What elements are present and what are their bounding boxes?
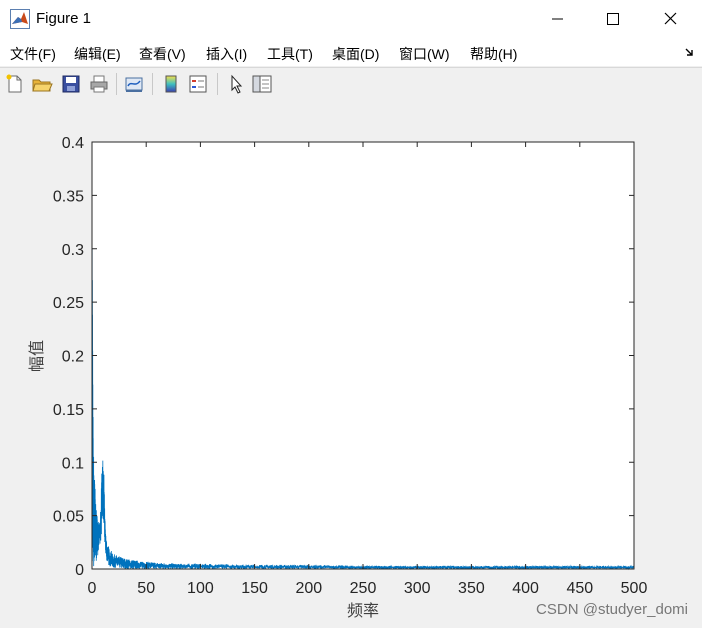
x-tick-label: 300	[404, 580, 431, 597]
menu-help[interactable]: 帮助(H)	[470, 44, 517, 64]
x-tick-label: 150	[241, 580, 268, 597]
close-button[interactable]	[648, 0, 694, 38]
minimize-button[interactable]	[542, 0, 588, 38]
save-icon[interactable]	[60, 73, 82, 95]
title-bar: Figure 1	[0, 0, 702, 38]
menu-window[interactable]: 窗口(W)	[399, 44, 450, 64]
minimize-icon	[552, 18, 563, 20]
x-axis-label: 频率	[347, 601, 379, 620]
matlab-app-icon	[10, 9, 30, 29]
menu-desktop[interactable]: 桌面(D)	[332, 44, 379, 64]
menu-tools[interactable]: 工具(T)	[267, 44, 313, 64]
menu-edit[interactable]: 编辑(E)	[74, 44, 121, 64]
x-tick-label: 50	[137, 580, 155, 597]
maximize-icon	[607, 13, 619, 25]
y-axis-label: 幅值	[27, 340, 46, 372]
maximize-button[interactable]	[590, 0, 636, 38]
x-tick-label: 500	[621, 580, 648, 597]
x-tick-label: 350	[458, 580, 485, 597]
open-file-icon[interactable]	[31, 73, 53, 95]
x-tick-label: 450	[566, 580, 593, 597]
colorbar-icon[interactable]	[160, 73, 182, 95]
print-icon[interactable]	[88, 73, 110, 95]
menu-view[interactable]: 查看(V)	[139, 44, 186, 64]
toolbar-separator	[217, 73, 218, 95]
menu-file[interactable]: 文件(F)	[10, 44, 56, 64]
y-tick-label: 0.1	[62, 455, 84, 472]
new-figure-icon[interactable]	[4, 73, 26, 95]
menu-bar: 文件(F) 编辑(E) 查看(V) 插入(I) 工具(T) 桌面(D) 窗口(W…	[0, 38, 702, 66]
y-tick-label: 0.25	[53, 295, 84, 312]
y-tick-label: 0.4	[62, 135, 84, 152]
toolbar-separator	[116, 73, 117, 95]
x-tick-label: 400	[512, 580, 539, 597]
y-tick-label: 0	[75, 562, 84, 579]
y-tick-label: 0.3	[62, 242, 84, 259]
toolbar-separator	[152, 73, 153, 95]
figure-canvas[interactable]: 0 50 100 150 200 250 300 350 400 450 500 0 0.05 0.1 0…	[0, 101, 702, 628]
toolbar	[0, 67, 702, 102]
y-tick-label: 0.05	[53, 509, 84, 526]
dock-arrow-icon[interactable]	[684, 46, 696, 58]
line-chart: 0 50 100 150 200 250 300 350 400 450 500 0 0.05 0.1 0…	[27, 135, 688, 620]
watermark: CSDN @studyer_domi	[536, 601, 688, 618]
x-tick-label: 100	[187, 580, 214, 597]
y-tick-label: 0.2	[62, 349, 84, 366]
property-inspector-icon[interactable]	[251, 73, 273, 95]
axes-background	[92, 142, 634, 569]
x-tick-label: 0	[88, 580, 97, 597]
legend-icon[interactable]	[187, 73, 209, 95]
menu-insert[interactable]: 插入(I)	[206, 44, 247, 64]
y-tick-label: 0.35	[53, 188, 84, 205]
x-tick-label: 250	[350, 580, 377, 597]
x-tick-label: 200	[295, 580, 322, 597]
window-title: Figure 1	[36, 10, 92, 27]
close-icon	[664, 12, 677, 25]
y-tick-label: 0.15	[53, 402, 84, 419]
pointer-icon[interactable]	[225, 73, 247, 95]
link-plot-icon[interactable]	[123, 73, 145, 95]
